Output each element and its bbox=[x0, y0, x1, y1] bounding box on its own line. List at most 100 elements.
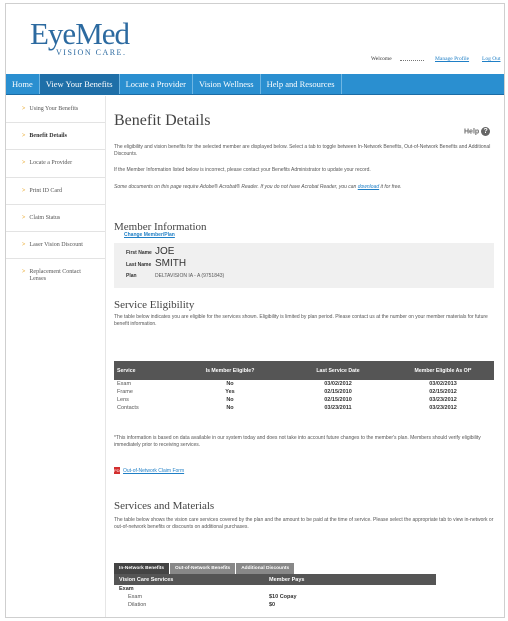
service-cell: Lens bbox=[117, 397, 129, 403]
chevron-right-icon: > bbox=[22, 106, 26, 112]
nav-home[interactable]: Home bbox=[6, 74, 40, 94]
nav-locate-a-provider[interactable]: Locate a Provider bbox=[120, 74, 193, 94]
help-button[interactable]: Help? bbox=[464, 127, 491, 136]
first-name-row: First Name JOE bbox=[126, 246, 174, 257]
member-pays-cell: $10 Copay bbox=[269, 594, 297, 600]
tab-in-network-benefits[interactable]: In-Network Benefits bbox=[114, 563, 170, 574]
page-title: Benefit Details bbox=[114, 112, 211, 129]
chevron-right-icon: > bbox=[22, 214, 26, 221]
services-table: Vision Care Services Member Pays Exam Ex… bbox=[114, 574, 436, 609]
eligible-as-of-cell: 02/15/2012 bbox=[429, 389, 457, 395]
eligible-cell: Yes bbox=[225, 389, 235, 395]
question-icon: ? bbox=[481, 127, 491, 136]
sidebar-item-label: Locate a Provider bbox=[29, 160, 73, 167]
acrobat-note-post: it for free. bbox=[379, 184, 402, 190]
nav-view-your-benefits[interactable]: View Your Benefits bbox=[39, 74, 120, 94]
table-row: Exam $10 Copay bbox=[114, 593, 436, 601]
col-member-eligible-as-of: Member Eligible As Of* bbox=[392, 361, 494, 380]
sidebar-item-label: Using Your Benefits bbox=[29, 106, 79, 112]
sidebar-item-print-id-card[interactable]: > Print ID Card bbox=[6, 178, 105, 205]
sidebar-item-label: Replacement Contact Lenses bbox=[29, 269, 81, 283]
eligible-as-of-cell: 03/02/2013 bbox=[429, 381, 457, 387]
table-row: Exam bbox=[114, 585, 436, 593]
plan-label: Plan bbox=[126, 273, 137, 279]
sidebar-item-using-your-benefits[interactable]: > Using Your Benefits bbox=[6, 96, 105, 124]
eligibility-table: Service Is Member Eligible? Last Service… bbox=[114, 361, 494, 412]
service-group-label: Exam bbox=[119, 586, 134, 592]
last-name-value: SMITH bbox=[155, 258, 187, 269]
benefit-tabs: In-Network Benefits Out-of-Network Benef… bbox=[114, 563, 295, 574]
sidebar-item-benefit-details[interactable]: > Benefit Details bbox=[6, 123, 105, 151]
chevron-right-icon: > bbox=[22, 241, 26, 248]
col-vision-care-services: Vision Care Services bbox=[114, 574, 264, 585]
last-name-row: Last Name SMITH bbox=[126, 258, 186, 269]
table-row: Frame Yes 02/15/2010 02/15/2012 bbox=[114, 388, 494, 396]
services-table-header: Vision Care Services Member Pays bbox=[114, 574, 436, 585]
sidebar-item-label: Print ID Card bbox=[29, 187, 63, 194]
acrobat-download-link[interactable]: download bbox=[358, 184, 379, 190]
incorrect-info-text: If the Member Information listed below i… bbox=[114, 167, 371, 173]
help-label: Help bbox=[464, 128, 480, 136]
service-name-cell: Exam bbox=[128, 594, 143, 600]
tab-additional-discounts[interactable]: Additional Discounts bbox=[236, 563, 295, 574]
sidebar-item-label: Laser Vision Discount bbox=[29, 241, 83, 248]
last-name-label: Last Name bbox=[126, 262, 152, 268]
log-out-link[interactable]: Log Out bbox=[482, 56, 501, 62]
member-pays-cell: $0 bbox=[269, 602, 276, 608]
service-cell: Exam bbox=[117, 381, 132, 387]
plan-value: DELTAVISION IA - A (9751843) bbox=[155, 273, 225, 279]
acrobat-note: Some documents on this page require Adob… bbox=[114, 184, 498, 191]
sidebar-item-replacement-contact-lenses[interactable]: > Replacement Contact Lenses bbox=[6, 259, 105, 292]
eligible-as-of-cell: 03/23/2012 bbox=[429, 397, 457, 403]
table-row: Contacts No 03/23/2011 03/23/2012 bbox=[114, 404, 494, 412]
browser-frame: EyeMed VISION CARE. Welcome Manage Profi… bbox=[5, 3, 505, 618]
claim-form-link-row: PDFOut-of-Network Claim Form bbox=[114, 467, 184, 474]
service-eligibility-title: Service Eligibility bbox=[114, 299, 195, 311]
col-last-service-date: Last Service Date bbox=[284, 361, 392, 380]
eligible-cell: No bbox=[226, 397, 234, 403]
nav-help-and-resources[interactable]: Help and Resources bbox=[261, 74, 342, 94]
last-service-cell: 02/15/2010 bbox=[324, 397, 352, 403]
eligible-cell: No bbox=[226, 405, 234, 411]
eligibility-description: The table below indicates you are eligib… bbox=[114, 314, 488, 327]
service-cell: Contacts bbox=[117, 405, 139, 411]
chevron-right-icon: > bbox=[22, 187, 26, 194]
table-row: Dilation $0 bbox=[114, 601, 436, 609]
services-materials-title: Services and Materials bbox=[114, 500, 215, 512]
eligibility-footnote: *This information is based on data avail… bbox=[114, 435, 481, 448]
pdf-icon: PDF bbox=[114, 467, 122, 474]
service-name-cell: Dilation bbox=[128, 602, 147, 608]
services-description: The table below shows the vision care se… bbox=[114, 517, 494, 530]
eligibility-table-header: Service Is Member Eligible? Last Service… bbox=[114, 361, 494, 380]
intro-text: The eligibility and vision benefits for … bbox=[114, 144, 491, 157]
plan-row: Plan DELTAVISION IA - A (9751843) bbox=[126, 273, 224, 279]
welcome-text: Welcome bbox=[371, 56, 424, 62]
out-of-network-claim-form-link[interactable]: Out-of-Network Claim Form bbox=[123, 468, 184, 474]
col-member-pays: Member Pays bbox=[264, 574, 436, 585]
eyemed-logo[interactable]: EyeMed VISION CARE. bbox=[30, 18, 130, 57]
service-cell: Frame bbox=[117, 389, 133, 395]
nav-vision-wellness[interactable]: Vision Wellness bbox=[193, 74, 261, 94]
tab-out-of-network-benefits[interactable]: Out-of-Network Benefits bbox=[170, 563, 236, 574]
logo-tagline: VISION CARE. bbox=[56, 48, 127, 57]
last-service-cell: 03/23/2011 bbox=[324, 405, 352, 411]
first-name-label: First Name bbox=[126, 250, 152, 256]
col-service: Service bbox=[114, 361, 176, 380]
col-is-member-eligible: Is Member Eligible? bbox=[176, 361, 284, 380]
sidebar-item-claim-status[interactable]: > Claim Status bbox=[6, 205, 105, 232]
last-service-cell: 02/15/2010 bbox=[324, 389, 352, 395]
sidebar-item-laser-vision-discount[interactable]: > Laser Vision Discount bbox=[6, 232, 105, 260]
manage-profile-link[interactable]: Manage Profile bbox=[435, 56, 469, 62]
chevron-right-icon: > bbox=[22, 160, 26, 167]
change-member-plan-link[interactable]: Change Member/Plan bbox=[124, 232, 175, 238]
eligible-as-of-cell: 03/23/2012 bbox=[429, 405, 457, 411]
main-nav: Home View Your Benefits Locate a Provide… bbox=[6, 74, 504, 95]
chevron-right-icon: > bbox=[22, 133, 26, 140]
sidebar-item-label: Claim Status bbox=[29, 214, 61, 221]
welcome-label: Welcome bbox=[371, 56, 392, 62]
sidebar-item-label: Benefit Details bbox=[29, 133, 67, 140]
sidebar-item-locate-a-provider[interactable]: > Locate a Provider bbox=[6, 150, 105, 178]
sidebar: > Using Your Benefits > Benefit Details > L… bbox=[6, 96, 106, 617]
chevron-right-icon: > bbox=[22, 269, 26, 276]
table-row: Exam No 03/02/2012 03/02/2013 bbox=[114, 380, 494, 388]
